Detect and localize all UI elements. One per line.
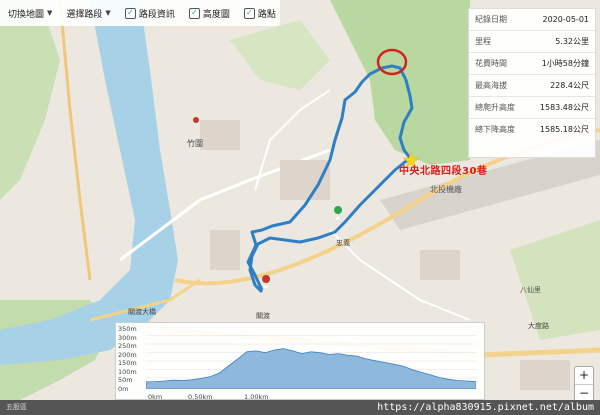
elevation-y-tick-label: 150m	[118, 359, 137, 367]
stat-label: 最高海拔	[475, 81, 507, 90]
stat-row-duration: 花費時間 1小時58分鐘	[469, 53, 595, 75]
elevation-y-tick-label: 200m	[118, 350, 137, 359]
map-label-zhongyi: 忠義	[336, 238, 350, 247]
stat-row-total-ascent: 總爬升高度 1583.48公尺	[469, 97, 595, 119]
elevation-y-tick-label: 100m	[118, 367, 137, 376]
stat-value: 2020-05-01	[542, 15, 590, 24]
checkbox-label: 路點	[257, 9, 276, 20]
map-label-beitou-depot: 北投機廠	[430, 184, 462, 194]
map-label-guandu: 關渡	[256, 311, 270, 320]
stat-row-total-descent: 總下降高度 1585.18公尺	[469, 119, 595, 140]
basemap-label: 切換地圖	[8, 9, 45, 20]
poi-dot-icon	[193, 117, 199, 123]
map-label-bali: 八仙里	[520, 285, 541, 294]
route-dropdown[interactable]: 選擇路段 ▼	[62, 5, 114, 22]
segment-info-checkbox[interactable]: ✓ 路段資訊	[121, 5, 179, 22]
map-label-zhuwei: 竹圍	[187, 138, 203, 148]
checkbox-label: 路段資訊	[138, 9, 175, 20]
zoom-control: + −	[574, 366, 594, 402]
map-label-guandu-bridge: 關渡大橋	[128, 307, 156, 316]
stat-value: 1小時58分鐘	[541, 59, 589, 68]
track-stats-panel: 紀錄日期 2020-05-01 里程 5.32公里 花費時間 1小時58分鐘 最…	[468, 8, 596, 158]
footer-bar: 五股區 https://alpha830915.pixnet.net/album	[0, 400, 600, 415]
stat-value: 1585.18公尺	[539, 125, 589, 134]
checkbox-label: 高度圖	[202, 9, 230, 20]
stat-label: 里程	[475, 37, 491, 46]
chevron-down-icon: ▼	[47, 9, 53, 17]
stat-label: 紀錄日期	[475, 15, 507, 24]
elevation-y-tick-label: 300m	[118, 333, 137, 342]
waypoints-checkbox[interactable]: ✓ 路點	[240, 5, 280, 22]
checkbox-icon[interactable]: ✓	[124, 7, 136, 19]
elevation-y-tick-label: 250m	[118, 342, 137, 350]
route-label: 選擇路段	[66, 9, 103, 20]
watermark-url: https://alpha830915.pixnet.net/album	[377, 402, 594, 413]
chevron-down-icon: ▼	[105, 9, 111, 17]
basemap-dropdown[interactable]: 切換地圖 ▼	[4, 5, 56, 22]
checkbox-icon[interactable]: ✓	[188, 7, 200, 19]
elevation-area	[146, 348, 476, 389]
elevation-y-tick-label: 50m	[118, 376, 133, 384]
footer-place-label: 五股區	[6, 403, 27, 411]
stat-row-date: 紀錄日期 2020-05-01	[469, 9, 595, 31]
stat-label: 總爬升高度	[475, 103, 515, 112]
stat-row-distance: 里程 5.32公里	[469, 31, 595, 53]
stat-row-max-elevation: 最高海拔 228.4公尺	[469, 75, 595, 97]
elevation-chart-checkbox[interactable]: ✓ 高度圖	[185, 5, 234, 22]
elevation-y-tick-label: 0m	[118, 384, 129, 393]
stat-value: 228.4公尺	[550, 81, 589, 90]
checkbox-icon[interactable]: ✓	[243, 7, 255, 19]
map-label-dadu-road: 大度路	[528, 321, 549, 330]
elevation-y-tick-label: 350m	[118, 325, 137, 333]
elevation-profile-panel[interactable]: 350m 300m 250m 200m 150m 100m 50m 0m 0km 0.50km 1…	[115, 322, 485, 401]
stat-value: 1583.48公尺	[539, 103, 589, 112]
stat-label: 花費時間	[475, 59, 507, 68]
trailhead-callout: 中央北路四段30巷	[399, 166, 488, 177]
map-toolbar: 切換地圖 ▼ 選擇路段 ▼ ✓ 路段資訊 ✓ 高度圖 ✓ 路點	[0, 0, 280, 26]
zoom-in-button[interactable]: +	[575, 367, 593, 385]
stat-label: 總下降高度	[475, 125, 515, 134]
stat-value: 5.32公里	[555, 37, 589, 46]
elevation-profile-chart[interactable]	[146, 327, 476, 389]
